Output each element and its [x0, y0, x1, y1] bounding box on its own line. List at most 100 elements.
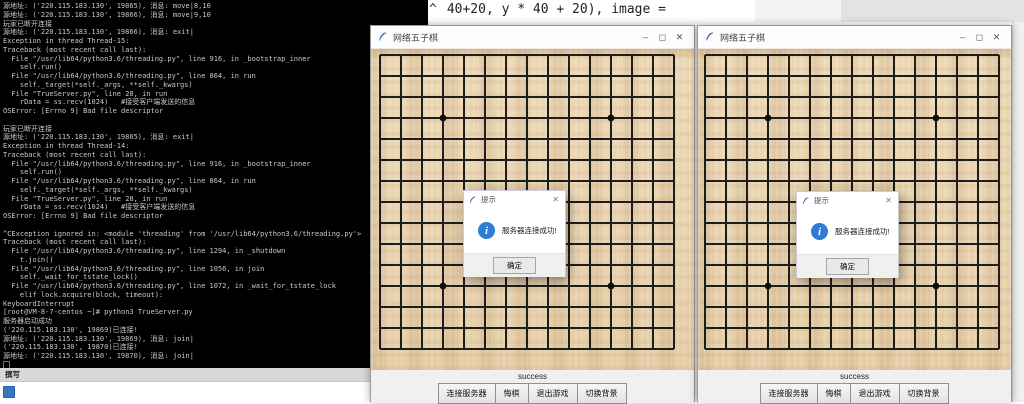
terminal-line: Exception in thread Thread-15:: [3, 37, 428, 46]
window-statusbar: success 连接服务器 悔棋 退出游戏 切换背景: [371, 370, 694, 403]
status-text: success: [698, 370, 1011, 381]
terminal-line: File "TrueServer.py", line 28, in run: [3, 90, 428, 99]
compose-area[interactable]: [0, 382, 370, 402]
tk-feather-icon: [469, 196, 477, 204]
editor-scrollbar[interactable]: [1012, 22, 1024, 402]
minimize-icon[interactable]: –: [954, 26, 971, 48]
terminal-line: ('220.115.183.130', 19870)已连接!: [3, 343, 428, 352]
window-title: 网络五子棋: [720, 31, 765, 44]
maximize-icon[interactable]: ◻: [971, 26, 988, 48]
close-icon[interactable]: ✕: [988, 26, 1005, 48]
editor-top-panel: [755, 0, 841, 22]
dialog-footer: 确定: [797, 254, 898, 278]
dialog-titlebar[interactable]: 提示 ✕: [797, 192, 898, 209]
terminal-line: KeyboardInterrupt: [3, 300, 428, 309]
terminal-line: ^CException ignored in: <module 'threadi…: [3, 230, 428, 239]
code-text: 40+20, y * 40 + 20), image =: [447, 2, 666, 17]
dialog-message: 服务器连接成功!: [835, 226, 890, 237]
terminal-line: [3, 221, 428, 230]
switch-background-button[interactable]: 切换背景: [577, 383, 627, 404]
compose-label: 撰写: [5, 370, 20, 379]
window-titlebar[interactable]: 网络五子棋 – ◻ ✕: [371, 26, 694, 49]
terminal-line: self._target(*self._args, **self._kwargs…: [3, 81, 428, 90]
terminal-line: File "/usr/lib64/python3.6/threading.py"…: [3, 247, 428, 256]
terminal-line: self._wait_for_tstate_lock(): [3, 273, 428, 282]
terminal-line: File "/usr/lib64/python3.6/threading.py"…: [3, 177, 428, 186]
connect-server-button[interactable]: 连接服务器: [760, 383, 818, 404]
terminal-line: 源地址: ('220.115.183.130', 19865), 消息: mov…: [3, 2, 428, 11]
info-dialog: 提示 ✕ i 服务器连接成功! 确定: [463, 190, 566, 277]
dialog-message: 服务器连接成功!: [502, 225, 557, 236]
terminal-cursor: [3, 361, 10, 368]
code-line: ^40+20, y * 40 + 20), image =: [429, 2, 666, 17]
compose-toolbar: 撰写: [0, 368, 370, 382]
terminal-line: OSError: [Errno 9] Bad file descriptor: [3, 212, 428, 221]
terminal-line: 源地址: ('220.115.183.130', 19869), 消息: joi…: [3, 335, 428, 344]
dialog-body: i 服务器连接成功!: [797, 209, 898, 254]
terminal-line: 玩家已断开连接: [3, 20, 428, 29]
dialog-body: i 服务器连接成功!: [464, 208, 565, 253]
terminal-line: [root@VM-8-7-centos ~]# python3 TrueServ…: [3, 308, 428, 317]
terminal-line: Exception in thread Thread-14:: [3, 142, 428, 151]
terminal-line: Traceback (most recent call last):: [3, 151, 428, 160]
undo-move-button[interactable]: 悔棋: [817, 383, 851, 404]
window-controls: – ◻ ✕: [637, 26, 688, 48]
info-dialog: 提示 ✕ i 服务器连接成功! 确定: [796, 191, 899, 278]
terminal-line: Traceback (most recent call last):: [3, 46, 428, 55]
dialog-title: 提示: [481, 194, 496, 205]
terminal-line: [3, 116, 428, 125]
dialog-close-icon[interactable]: ✕: [552, 195, 559, 204]
terminal-line: self.run(): [3, 168, 428, 177]
tk-feather-icon: [705, 32, 715, 42]
terminal-line: 源地址: ('220.115.183.130', 19870), 消息: joi…: [3, 352, 428, 361]
terminal-line: elif lock.acquire(block, timeout):: [3, 291, 428, 300]
terminal-line: OSError: [Errno 9] Bad file descriptor: [3, 107, 428, 116]
window-statusbar: success 连接服务器 悔棋 退出游戏 切换背景: [698, 370, 1011, 403]
button-row: 连接服务器 悔棋 退出游戏 切换背景: [371, 383, 694, 404]
exit-game-button[interactable]: 退出游戏: [850, 383, 900, 404]
tk-feather-icon: [802, 197, 810, 205]
terminal-line: rData = ss.recv(1024) #接受客户端发送的信息: [3, 203, 428, 212]
terminal-line: rData = ss.recv(1024) #接受客户端发送的信息: [3, 98, 428, 107]
image-chip-icon[interactable]: [3, 386, 15, 398]
ok-button[interactable]: 确定: [493, 257, 536, 274]
terminal-line: File "/usr/lib64/python3.6/threading.py"…: [3, 160, 428, 169]
terminal-line: File "/usr/lib64/python3.6/threading.py"…: [3, 282, 428, 291]
terminal-line: ('220.115.183.130', 19869)已连接!: [3, 326, 428, 335]
info-icon: i: [811, 223, 828, 240]
terminal-line: 源地址: ('220.115.183.130', 19865), 消息: exi…: [3, 133, 428, 142]
gomoku-window-2: 网络五子棋 – ◻ ✕ success 连接服务器 悔棋 退出游戏 切换背景 提…: [697, 25, 1012, 402]
dialog-title: 提示: [814, 195, 829, 206]
terminal-line: File "/usr/lib64/python3.6/threading.py"…: [3, 265, 428, 274]
window-titlebar[interactable]: 网络五子棋 – ◻ ✕: [698, 26, 1011, 49]
maximize-icon[interactable]: ◻: [654, 26, 671, 48]
terminal-line: 源地址: ('220.115.183.130', 19866), 消息: exi…: [3, 28, 428, 37]
editor-top-panel-dark: [841, 0, 1024, 22]
gomoku-window-1: 网络五子棋 – ◻ ✕ success 连接服务器 悔棋 退出游戏 切换背景 提…: [370, 25, 695, 402]
ok-button[interactable]: 确定: [826, 258, 869, 275]
terminal-line: 源地址: ('220.115.183.130', 19866), 消息: mov…: [3, 11, 428, 20]
terminal-line: File "TrueServer.py", line 28, in run: [3, 195, 428, 204]
exit-game-button[interactable]: 退出游戏: [528, 383, 578, 404]
undo-move-button[interactable]: 悔棋: [495, 383, 529, 404]
terminal-line: 服务器启动成功: [3, 317, 428, 326]
terminal-line: File "/usr/lib64/python3.6/threading.py"…: [3, 72, 428, 81]
dialog-close-icon[interactable]: ✕: [885, 196, 892, 205]
switch-background-button[interactable]: 切换背景: [899, 383, 949, 404]
terminal[interactable]: 源地址: ('220.115.183.130', 19865), 消息: mov…: [0, 0, 428, 368]
terminal-line: Traceback (most recent call last):: [3, 238, 428, 247]
terminal-cursor-line: [3, 361, 428, 368]
terminal-line: File "/usr/lib64/python3.6/threading.py"…: [3, 55, 428, 64]
dialog-titlebar[interactable]: 提示 ✕: [464, 191, 565, 208]
close-icon[interactable]: ✕: [671, 26, 688, 48]
connect-server-button[interactable]: 连接服务器: [438, 383, 496, 404]
window-title: 网络五子棋: [393, 31, 438, 44]
status-text: success: [371, 370, 694, 381]
minimize-icon[interactable]: –: [637, 26, 654, 48]
info-icon: i: [478, 222, 495, 239]
button-row: 连接服务器 悔棋 退出游戏 切换背景: [698, 383, 1011, 404]
dialog-footer: 确定: [464, 253, 565, 277]
terminal-line: t.join(): [3, 256, 428, 265]
tk-feather-icon: [378, 32, 388, 42]
terminal-line: self._target(*self._args, **self._kwargs…: [3, 186, 428, 195]
